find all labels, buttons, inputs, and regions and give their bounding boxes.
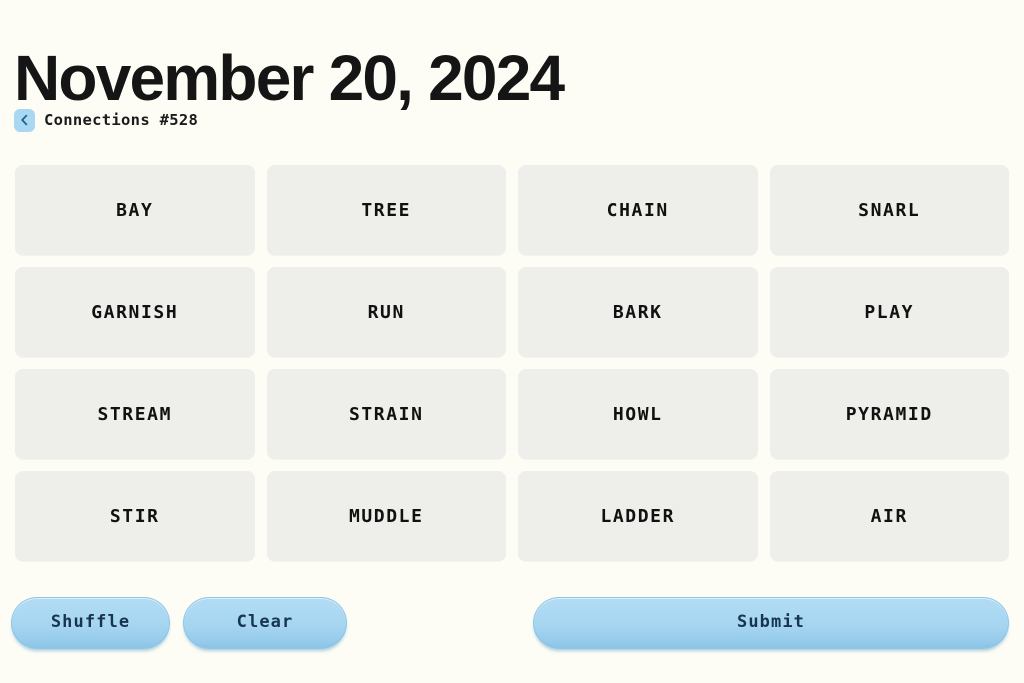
word-tile-label: CHAIN (606, 199, 669, 221)
clear-button[interactable]: Clear (183, 597, 347, 649)
word-tile[interactable]: AIR (769, 471, 1009, 561)
word-tile[interactable]: BARK (518, 267, 758, 357)
breadcrumb: Connections #528 (14, 108, 198, 132)
word-tile-label: BARK (612, 301, 663, 323)
puzzle-number-label: Connections #528 (44, 111, 199, 129)
chevron-left-icon[interactable] (14, 108, 35, 132)
word-tile[interactable]: LADDER (518, 471, 758, 561)
word-tile-label: PLAY (864, 301, 915, 323)
word-tile-label: GARNISH (91, 301, 179, 323)
word-tile[interactable]: PYRAMID (769, 369, 1009, 459)
shuffle-button-label: Shuffle (50, 611, 131, 632)
word-tile-label: STRAIN (348, 403, 424, 425)
word-tile-label: PYRAMID (845, 403, 933, 425)
word-tile-label: RUN (367, 301, 405, 323)
connections-game-page: November 20, 2024 Connections #528 BAY TR… (0, 0, 1024, 683)
word-tile[interactable]: CHAIN (518, 165, 758, 255)
shuffle-button[interactable]: Shuffle (11, 597, 170, 649)
page-title: November 20, 2024 (14, 41, 565, 114)
word-tile[interactable]: BAY (15, 165, 255, 255)
word-tile-label: SNARL (858, 199, 921, 221)
word-tile[interactable]: STIR (15, 471, 255, 561)
word-tile[interactable]: TREE (266, 165, 506, 255)
word-tile-label: LADDER (600, 505, 676, 527)
word-tile-label: HOWL (612, 403, 663, 425)
word-tile[interactable]: RUN (266, 267, 506, 357)
word-tile[interactable]: MUDDLE (266, 471, 506, 561)
submit-button[interactable]: Submit (533, 597, 1009, 649)
word-tile-label: TREE (361, 199, 412, 221)
word-tile-label: STIR (109, 505, 160, 527)
word-grid: BAY TREE CHAIN SNARL GARNISH RUN BARK PLAY STREA… (15, 165, 1009, 561)
word-tile-label: BAY (116, 199, 154, 221)
word-tile-label: AIR (870, 505, 908, 527)
word-tile[interactable]: PLAY (769, 267, 1009, 357)
clear-button-label: Clear (236, 611, 294, 632)
word-tile-label: MUDDLE (348, 505, 424, 527)
submit-button-label: Submit (736, 611, 805, 632)
word-tile[interactable]: STREAM (15, 369, 255, 459)
word-tile[interactable]: SNARL (769, 165, 1009, 255)
word-tile-label: STREAM (97, 403, 173, 425)
controls-bar: Shuffle Clear Submit (0, 597, 1024, 653)
word-tile[interactable]: HOWL (518, 369, 758, 459)
word-tile[interactable]: STRAIN (266, 369, 506, 459)
word-tile[interactable]: GARNISH (15, 267, 255, 357)
